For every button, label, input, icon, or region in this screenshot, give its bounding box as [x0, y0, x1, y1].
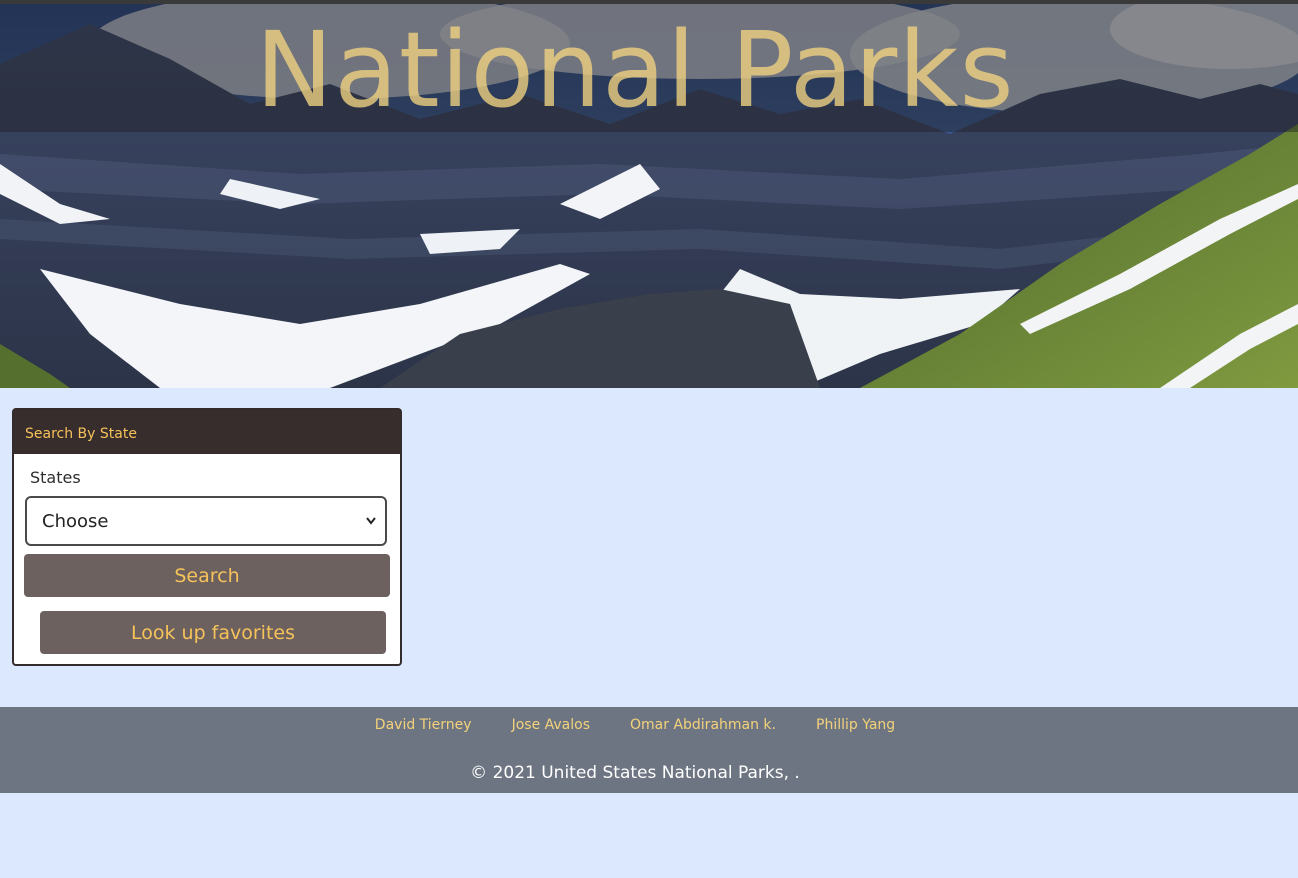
footer-link-jose-avalos[interactable]: Jose Avalos	[512, 707, 590, 741]
hero-banner: National Parks	[0, 4, 1298, 388]
footer-link-omar-abdirahman[interactable]: Omar Abdirahman k.	[630, 707, 776, 741]
look-up-favorites-button[interactable]: Look up favorites	[40, 611, 386, 654]
state-select[interactable]: Choose	[25, 496, 387, 546]
footer-author-links: David Tierney Jose Avalos Omar Abdirahma…	[0, 707, 1270, 741]
copyright-text: © 2021 United States National Parks, .	[470, 763, 800, 783]
chevron-down-icon	[366, 517, 376, 525]
site-title: National Parks	[255, 9, 1015, 131]
states-label: States	[30, 468, 81, 487]
card-heading: Search By State	[14, 410, 400, 454]
footer: David Tierney Jose Avalos Omar Abdirahma…	[0, 707, 1298, 793]
search-by-state-card: Search By State States Choose Search Loo…	[12, 408, 402, 666]
search-button[interactable]: Search	[24, 554, 390, 597]
footer-link-david-tierney[interactable]: David Tierney	[375, 707, 472, 741]
state-select-value: Choose	[42, 511, 109, 532]
footer-link-phillip-yang[interactable]: Phillip Yang	[816, 707, 895, 741]
